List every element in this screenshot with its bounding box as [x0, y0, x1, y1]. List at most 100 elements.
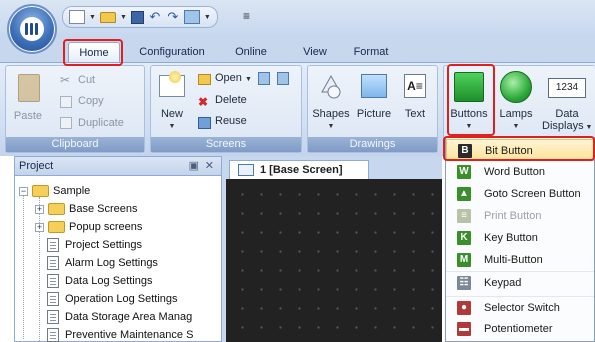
settings-page-icon	[47, 256, 59, 270]
expand-icon[interactable]: +	[35, 223, 44, 232]
keypad-icon: ☷	[457, 276, 471, 290]
tab-home[interactable]: Home	[68, 42, 120, 62]
sparkle-icon	[169, 71, 181, 83]
new-document-icon[interactable]	[69, 10, 85, 24]
button-part-icon	[454, 72, 484, 102]
paste-icon	[18, 74, 40, 102]
open-folder-icon[interactable]	[99, 11, 116, 23]
reuse-button[interactable]: Reuse	[215, 115, 247, 127]
cut-button[interactable]: Cut	[78, 74, 95, 86]
duplicate-icon	[60, 117, 72, 129]
chevron-down-icon[interactable]: ▼	[310, 123, 352, 130]
buttons-dropdown-menu: B Bit Button W Word Button ▲ Goto Screen…	[445, 137, 595, 342]
save-icon[interactable]	[130, 10, 144, 24]
menu-item-key-button[interactable]: K Key Button	[446, 227, 594, 249]
drawings-group: Shapes ▼ Picture A≡ Text Drawings	[307, 65, 438, 153]
menu-item-label: Potentiometer	[484, 323, 553, 335]
clipboard-group: Paste ✂ Cut Copy Duplicate Clipboard	[5, 65, 145, 153]
word-button-icon: W	[457, 165, 471, 179]
open-folder-icon	[198, 74, 211, 85]
text-icon: A≡	[404, 74, 426, 98]
chevron-down-icon[interactable]: ▼	[448, 123, 490, 130]
menu-item-bit-button[interactable]: B Bit Button	[446, 139, 594, 161]
tab-format[interactable]: Format	[345, 42, 397, 62]
buttons-button[interactable]: Buttons	[448, 108, 490, 120]
scissors-icon: ✂	[60, 73, 71, 87]
close-icon[interactable]: ✕	[205, 157, 214, 176]
collapse-icon[interactable]: −	[19, 187, 28, 196]
menu-item-label: Key Button	[484, 232, 538, 244]
screens-group-label: Screens	[151, 137, 301, 152]
screen-canvas[interactable]	[226, 179, 442, 342]
chevron-down-icon[interactable]: ▼	[496, 123, 536, 130]
open-button[interactable]: Open ▼	[215, 72, 252, 84]
text-button[interactable]: Text	[398, 108, 432, 120]
settings-page-icon	[47, 310, 59, 324]
menu-item-multi-button[interactable]: M Multi-Button	[446, 249, 594, 271]
menu-item-keypad[interactable]: ☷ Keypad	[446, 271, 594, 293]
tree-item-label: Operation Log Settings	[65, 293, 178, 305]
tree-item-label: Popup screens	[69, 221, 143, 233]
project-panel: Project ▣ ✕ − Sample + Base Screens + Po…	[14, 156, 222, 342]
menu-item-selector-switch[interactable]: ● Selector Switch	[446, 296, 594, 318]
menu-item-word-button[interactable]: W Word Button	[446, 161, 594, 183]
chevron-down-icon[interactable]: ▼	[204, 14, 211, 21]
shapes-icon	[318, 72, 344, 100]
clipboard-group-label: Clipboard	[6, 137, 144, 152]
tab-view[interactable]: View	[296, 42, 334, 62]
picture-button[interactable]: Picture	[354, 108, 394, 120]
menu-item-label: Print Button	[484, 210, 542, 222]
menu-item-goto-screen-button[interactable]: ▲ Goto Screen Button	[446, 183, 594, 205]
chevron-down-icon: ▼	[244, 76, 252, 83]
copy-button[interactable]: Copy	[78, 95, 104, 107]
tab-base-screen-1[interactable]: 1 [Base Screen]	[229, 160, 369, 179]
chevron-down-icon[interactable]: ▼	[89, 14, 96, 21]
delete-button[interactable]: Delete	[215, 94, 247, 106]
shapes-button[interactable]: Shapes	[310, 108, 352, 120]
quick-access-toolbar: ▼ ▼ ↶ ↷ ▼	[62, 6, 218, 28]
data-displays-label-line2: Displays ▼	[542, 120, 592, 132]
menu-item-label: Multi-Button	[484, 254, 543, 266]
bit-button-icon: B	[458, 144, 472, 158]
data-displays-button[interactable]: Data Displays ▼	[542, 108, 592, 132]
menu-item-label: Selector Switch	[484, 302, 560, 314]
copy-icon	[60, 96, 72, 108]
screens-group: New ▼ Open ▼ ✖ Delete Reuse Screens	[150, 65, 302, 153]
chevron-down-icon: ▼	[583, 124, 593, 131]
settings-page-icon	[47, 238, 59, 252]
redo-icon[interactable]: ↷	[166, 10, 180, 24]
data-displays-label-text: Displays	[542, 120, 584, 132]
print-button-icon: ≡	[457, 209, 471, 223]
paste-button[interactable]: Paste	[8, 110, 48, 122]
screen-icon[interactable]	[183, 10, 200, 24]
application-menu-button[interactable]	[7, 4, 57, 54]
title-bar: ▼ ▼ ↶ ↷ ▼ ≡	[0, 0, 595, 38]
tree-item-label: Project Settings	[65, 239, 143, 251]
tree-line	[39, 197, 40, 341]
new-screen-button[interactable]: New	[153, 108, 191, 120]
project-panel-title: Project	[19, 160, 54, 172]
doc-tab-label: 1 [Base Screen]	[260, 164, 343, 176]
screen-nav-icon[interactable]	[277, 72, 289, 85]
expand-icon[interactable]: +	[35, 205, 44, 214]
lamps-button[interactable]: Lamps	[496, 108, 536, 120]
undo-icon[interactable]: ↶	[148, 10, 162, 24]
pin-icon[interactable]: ▣	[189, 157, 199, 176]
tab-online[interactable]: Online	[226, 42, 276, 62]
customize-toolbar-icon[interactable]: ≡	[243, 9, 250, 23]
tree-item-label: Data Log Settings	[65, 275, 153, 287]
settings-page-icon	[47, 274, 59, 288]
chevron-down-icon[interactable]: ▼	[120, 14, 127, 21]
menu-item-print-button[interactable]: ≡ Print Button	[446, 205, 594, 227]
selector-switch-icon: ●	[457, 301, 471, 315]
folder-icon	[48, 221, 65, 233]
chevron-down-icon[interactable]: ▼	[153, 123, 191, 130]
settings-page-icon	[47, 292, 59, 306]
folder-icon	[48, 203, 65, 215]
menu-item-label: Keypad	[484, 277, 522, 289]
menu-item-potentiometer[interactable]: ▬ Potentiometer	[446, 318, 594, 340]
menu-item-label: Bit Button	[485, 145, 533, 157]
screen-nav-icon[interactable]	[258, 72, 270, 85]
tab-configuration[interactable]: Configuration	[130, 42, 214, 62]
duplicate-button[interactable]: Duplicate	[78, 117, 124, 129]
